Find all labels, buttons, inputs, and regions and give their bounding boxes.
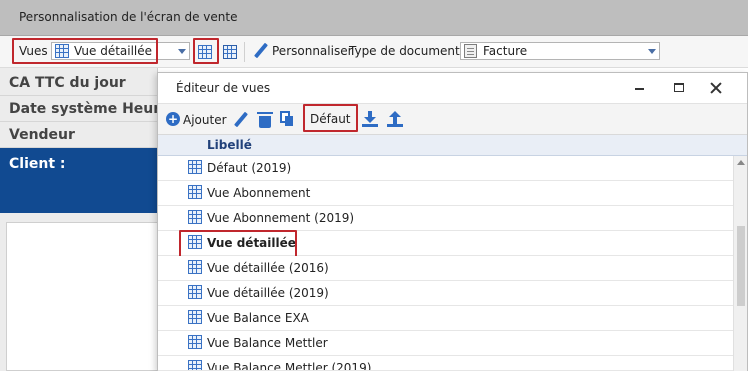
download-icon[interactable] <box>362 111 378 127</box>
list-item-label: Vue détaillée (2019) <box>207 286 329 300</box>
type-document-value: Facture <box>483 44 528 58</box>
vendeur-label: Vendeur <box>9 127 75 143</box>
minimize-button[interactable] <box>631 79 649 97</box>
date-systeme-row: Date système Heur <box>0 96 161 122</box>
toolbar-separator <box>244 42 245 62</box>
list-item-label: Vue Balance Mettler (2019) <box>207 361 372 371</box>
close-icon <box>710 82 722 94</box>
view-icon <box>188 360 202 370</box>
vues-highlight <box>12 38 158 64</box>
scroll-up-icon[interactable] <box>737 160 745 165</box>
app-root: Personnalisation de l'écran de vente Vue… <box>0 0 748 371</box>
minimize-icon <box>635 88 644 90</box>
list-item-label: Vue Balance Mettler <box>207 336 328 350</box>
main-toolbar: Vues Vue détaillée Personnaliser Type de… <box>0 36 748 68</box>
client-row[interactable]: Client : <box>0 148 158 213</box>
list-item-label: Vue Abonnement (2019) <box>207 211 355 225</box>
ca-ttc-row: CA TTC du jour <box>0 70 158 96</box>
list-item[interactable]: Vue Balance EXA <box>158 306 733 331</box>
views-grid: Libellé Défaut (2019) Vue Abonnement Vue… <box>158 135 747 371</box>
date-systeme-label: Date système Heur <box>9 101 161 117</box>
window-titlebar: Personnalisation de l'écran de vente <box>0 0 748 36</box>
chevron-down-icon[interactable] <box>178 49 186 54</box>
vertical-scrollbar[interactable] <box>733 156 747 371</box>
delete-icon[interactable] <box>257 112 273 128</box>
pencil-icon <box>254 42 268 59</box>
document-icon <box>464 44 477 58</box>
close-button[interactable] <box>707 79 725 97</box>
maximize-icon <box>674 83 684 92</box>
list-item[interactable]: Vue Abonnement <box>158 181 733 206</box>
dialog-titlebar: Éditeur de vues <box>158 73 747 103</box>
selected-row-highlight <box>179 230 297 258</box>
upload-icon[interactable] <box>387 111 403 127</box>
view-icon <box>188 160 202 174</box>
add-icon[interactable]: + <box>166 112 180 126</box>
dialog-toolbar: + Ajouter Défaut <box>158 103 747 135</box>
list-item[interactable]: Vue Balance Mettler <box>158 331 733 356</box>
left-content-area <box>6 222 158 371</box>
view-icon <box>188 285 202 299</box>
list-item-label: Vue Balance EXA <box>207 311 309 325</box>
view-editor-highlight <box>193 38 219 64</box>
window-title: Personnalisation de l'écran de vente <box>19 10 238 24</box>
grid-header: Libellé <box>158 135 747 156</box>
list-item[interactable]: Vue Balance Mettler (2019) <box>158 356 733 371</box>
personnaliser-button[interactable]: Personnaliser <box>272 44 353 58</box>
edit-icon[interactable] <box>234 111 248 128</box>
view-icon <box>188 310 202 324</box>
view-editor-dialog: Éditeur de vues + Ajouter Défaut Libellé… <box>157 72 748 371</box>
list-item[interactable]: Vue détaillée (2016) <box>158 256 733 281</box>
ca-ttc-label: CA TTC du jour <box>9 75 126 91</box>
vendeur-row: Vendeur <box>0 122 158 148</box>
list-item[interactable]: Vue détaillée (2019) <box>158 281 733 306</box>
view-icon <box>188 185 202 199</box>
list-item-label: Vue Abonnement <box>207 186 311 200</box>
type-document-label: Type de document <box>349 44 460 58</box>
dialog-title: Éditeur de vues <box>176 81 271 95</box>
duplicate-icon[interactable] <box>280 111 293 126</box>
list-item-label: Vue détaillée (2016) <box>207 261 329 275</box>
list-item-label: Défaut (2019) <box>207 161 292 175</box>
grid-settings-icon[interactable] <box>223 45 237 59</box>
list-item[interactable]: Vue Abonnement (2019) <box>158 206 733 231</box>
add-button[interactable]: Ajouter <box>183 113 227 127</box>
scrollbar-thumb[interactable] <box>737 226 745 306</box>
view-icon <box>188 260 202 274</box>
view-icon <box>188 210 202 224</box>
view-icon <box>188 335 202 349</box>
client-label: Client : <box>9 156 66 172</box>
chevron-down-icon[interactable] <box>648 49 656 54</box>
maximize-button[interactable] <box>670 79 688 97</box>
type-document-combo[interactable]: Facture <box>460 42 660 60</box>
column-header-libelle[interactable]: Libellé <box>207 138 252 152</box>
default-highlight <box>303 104 358 132</box>
list-item[interactable]: Défaut (2019) <box>158 156 733 181</box>
